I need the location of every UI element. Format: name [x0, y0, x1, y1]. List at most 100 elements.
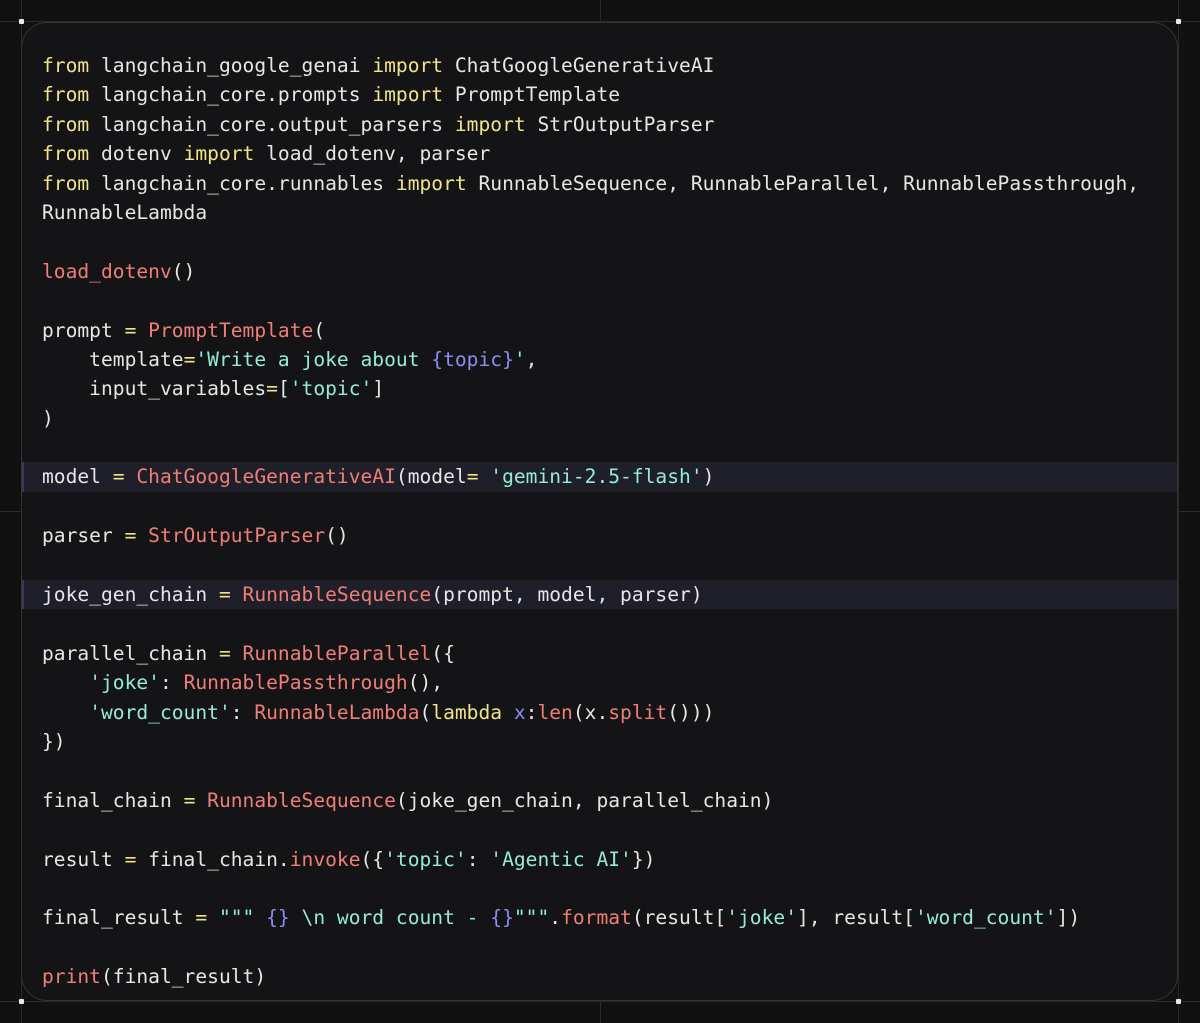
code-line: model = ChatGoogleGenerativeAI(model= 'g… [22, 462, 1177, 492]
code-token: StrOutputParser [148, 524, 326, 548]
code-token: from [42, 171, 90, 195]
code-block: from langchain_google_genai import ChatG… [22, 51, 1177, 992]
code-token: (x. [572, 700, 609, 724]
code-line: from langchain_core.prompts import Promp… [22, 80, 1177, 109]
code-token: 'topic' [384, 847, 467, 871]
code-token: parser [42, 524, 125, 548]
code-token: input_variables [42, 377, 267, 401]
code-token: () [325, 524, 349, 548]
code-token: ({ [360, 847, 385, 871]
code-token: PromptTemplate [148, 318, 314, 342]
code-token: ({ [431, 641, 455, 665]
code-token: 'joke' [89, 671, 160, 695]
canvas: from langchain_google_genai import ChatG… [0, 0, 1200, 1023]
code-token: RunnablePassthrough [183, 671, 408, 695]
code-token: 'word_count' [914, 906, 1057, 930]
code-token: ())) [667, 700, 715, 724]
code-line: load_dotenv() [22, 257, 1177, 286]
code-token: (joke_gen_chain, parallel_chain) [395, 788, 774, 812]
code-token: [ [277, 377, 290, 401]
code-token: final_result [42, 906, 196, 930]
code-token: RunnableParallel [242, 641, 432, 665]
code-token: StrOutputParser [525, 112, 715, 136]
code-token: ChatGoogleGenerativeAI [443, 54, 715, 77]
code-token: = [112, 465, 125, 489]
code-token: ( [313, 318, 326, 342]
code-line: from dotenv import load_dotenv, parser [22, 139, 1177, 168]
code-token: result [42, 847, 125, 871]
code-token: = [218, 583, 231, 607]
code-token: RunnableSequence [207, 788, 396, 812]
code-token: 'joke' [726, 906, 797, 930]
code-token: ( [419, 700, 432, 724]
code-token: : [230, 700, 255, 724]
code-token: model [42, 465, 113, 489]
code-token: invoke [289, 847, 361, 871]
code-line: from langchain_core.output_parsers impor… [22, 110, 1177, 139]
code-token: () [171, 259, 196, 283]
code-token: = [124, 524, 137, 548]
code-token: = [124, 847, 137, 871]
code-token: = [183, 788, 196, 812]
code-line: final_chain = RunnableSequence(joke_gen_… [22, 786, 1177, 815]
corner-dot-bottom-right [1176, 999, 1181, 1004]
code-token: 'Agentic AI' [490, 847, 632, 871]
code-token: ' [513, 347, 526, 371]
code-token: import [395, 171, 467, 195]
code-token: ] [372, 377, 385, 401]
code-token: from [42, 112, 90, 136]
code-line: result = final_chain.invoke({'topic': 'A… [22, 845, 1177, 874]
code-token: ChatGoogleGenerativeAI [136, 465, 396, 489]
corner-dot-top-right [1176, 19, 1181, 24]
code-token: final_chain [42, 788, 184, 812]
code-token: 'word_count' [89, 700, 231, 724]
code-token: from [42, 83, 90, 107]
code-line: ) [22, 404, 1177, 433]
code-token: from [42, 142, 90, 166]
code-token: langchain_google_genai [89, 54, 373, 77]
code-token: 'gemini-2.5-flash' [490, 465, 703, 489]
code-token: {} [266, 906, 290, 930]
code-token: . [549, 906, 562, 930]
code-line: prompt = PromptTemplate( [22, 316, 1177, 345]
code-token: = [466, 465, 479, 489]
code-token: 'Write a joke about [195, 347, 432, 371]
code-token: print [42, 965, 101, 989]
code-token: import [183, 142, 255, 166]
code-token: RunnableLambda [42, 200, 208, 224]
code-token: RunnableSequence [242, 583, 432, 607]
code-token: ) [702, 465, 715, 489]
code-token: ) [42, 406, 54, 430]
code-token: (prompt, model, parser) [431, 583, 703, 607]
code-card: from langchain_google_genai import ChatG… [21, 22, 1178, 1001]
code-token: lambda [431, 700, 503, 724]
code-token: len [537, 700, 573, 724]
corner-dot-bottom-left [19, 999, 24, 1004]
code-token: RunnableSequence, RunnableParallel, Runn… [466, 171, 1140, 195]
code-line: template='Write a joke about {topic}', [22, 345, 1177, 374]
code-token: = [266, 377, 278, 401]
code-token: : [466, 847, 491, 871]
code-token: ]) [1056, 906, 1081, 930]
code-token: (model [395, 465, 467, 489]
code-token: langchain_core.prompts [89, 83, 373, 107]
code-token: import [372, 54, 444, 77]
code-token: langchain_core.runnables [89, 171, 396, 195]
code-line: print(final_result) [22, 962, 1177, 991]
code-token: split [608, 700, 668, 724]
code-token: (final_result) [100, 965, 267, 989]
code-token: final_chain. [136, 847, 290, 871]
code-token: """ [513, 906, 550, 930]
